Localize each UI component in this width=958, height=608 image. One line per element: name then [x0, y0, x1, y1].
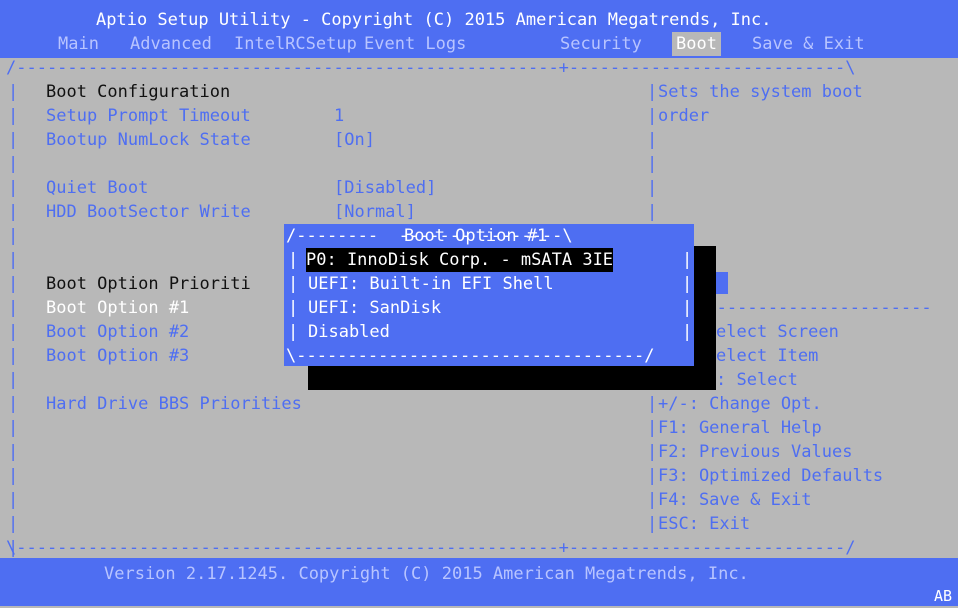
hdd-bootsector-label[interactable]: HDD BootSector Write: [46, 200, 251, 224]
badge-ab: AB: [933, 587, 952, 605]
popup-title: Boot Option #1: [404, 226, 548, 246]
section-boot-option-priorities: Boot Option Prioriti: [46, 274, 251, 294]
popup-left-border: | | | |: [288, 250, 299, 342]
key-esc-exit: ESC: Exit: [658, 514, 751, 534]
hard-drive-bbs-priorities[interactable]: Hard Drive BBS Priorities: [46, 392, 302, 416]
tab-intelrcsetup[interactable]: IntelRCSetup: [234, 32, 357, 56]
version-text: Version 2.17.1245. Copyright (C) 2015 Am…: [104, 564, 749, 584]
tab-security[interactable]: Security: [560, 32, 642, 56]
hdd-bootsector-value[interactable]: [Normal]: [334, 200, 416, 224]
key-enter-select: : Select: [716, 370, 798, 390]
tab-main[interactable]: Main: [58, 32, 99, 56]
popup-right-border: | | | |: [682, 250, 693, 342]
popup-option-disabled[interactable]: Disabled: [308, 320, 390, 344]
tab-save-exit[interactable]: Save & Exit: [752, 32, 865, 56]
frame-divider-lower: | | | | | |: [647, 394, 658, 534]
key-select-item: elect Item: [716, 346, 819, 366]
popup-option-sandisk[interactable]: UEFI: SanDisk: [308, 296, 441, 320]
frame-top-border: /---------------------------------------…: [6, 58, 856, 78]
tab-event-logs[interactable]: Event Logs: [364, 32, 466, 56]
bootup-numlock-label[interactable]: Bootup NumLock State: [46, 128, 251, 152]
tab-boot[interactable]: Boot: [672, 32, 721, 56]
setup-prompt-timeout-label[interactable]: Setup Prompt Timeout: [46, 104, 251, 128]
quiet-boot-value[interactable]: [Disabled]: [334, 176, 436, 200]
frame-divider: | | | | | |: [647, 82, 658, 222]
frame-left-border: | | | | | | | | | | | | | | | | | | | |: [8, 82, 19, 558]
boot-option-1-label[interactable]: Boot Option #1: [46, 296, 189, 320]
popup-bottom-border: \----------------------------------/: [286, 346, 655, 366]
help-text-line2: order: [658, 106, 710, 126]
popup-option-efi-shell[interactable]: UEFI: Built-in EFI Shell: [308, 272, 554, 296]
bootup-numlock-value[interactable]: [On]: [334, 128, 375, 152]
app-title: Aptio Setup Utility - Copyright (C) 2015…: [96, 10, 772, 30]
tab-advanced[interactable]: Advanced: [130, 32, 212, 56]
quiet-boot-label[interactable]: Quiet Boot: [46, 176, 148, 200]
boot-option-3-label[interactable]: Boot Option #3: [46, 344, 189, 368]
key-change-opt: +/-: Change Opt.: [658, 394, 822, 414]
section-boot-configuration: Boot Configuration: [46, 82, 231, 102]
help-text-line1: Sets the system boot: [658, 82, 863, 102]
key-optimized-defaults: F3: Optimized Defaults: [658, 466, 884, 486]
frame-bottom-border: \---------------------------------------…: [6, 538, 856, 558]
key-select-screen: elect Screen: [716, 322, 839, 342]
key-general-help: F1: General Help: [658, 418, 822, 438]
key-previous-values: F2: Previous Values: [658, 442, 853, 462]
key-save-exit: F4: Save & Exit: [658, 490, 812, 510]
setup-prompt-timeout-value[interactable]: 1: [334, 104, 344, 128]
boot-option-2-label[interactable]: Boot Option #2: [46, 320, 189, 344]
popup-option-innodisk[interactable]: P0: InnoDisk Corp. - mSATA 3IE: [306, 248, 614, 272]
highlight-block: [714, 272, 728, 294]
